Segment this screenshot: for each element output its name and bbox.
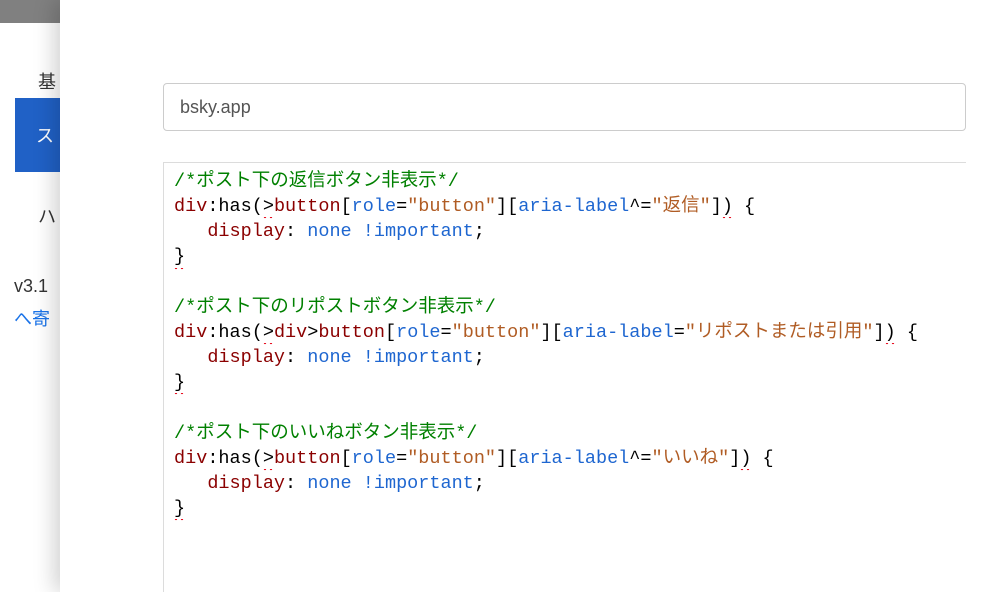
t: aria-label bbox=[518, 196, 629, 217]
t: :has( bbox=[207, 322, 263, 343]
t: = bbox=[396, 448, 407, 469]
t: :has( bbox=[207, 196, 263, 217]
t: "返信" bbox=[652, 196, 711, 217]
t: ] bbox=[711, 196, 722, 217]
t: button bbox=[274, 196, 341, 217]
t: : bbox=[285, 221, 307, 242]
t: role bbox=[352, 196, 396, 217]
t: ; bbox=[474, 221, 485, 242]
err: > bbox=[263, 446, 274, 471]
t: ^= bbox=[629, 196, 651, 217]
err: > bbox=[263, 320, 274, 345]
css-code-editor[interactable]: /*ポスト下の返信ボタン非表示*/ div:has(>button[role="… bbox=[163, 162, 966, 592]
t: = bbox=[674, 322, 685, 343]
t: aria-label bbox=[563, 322, 674, 343]
t: "button" bbox=[407, 196, 496, 217]
t: = bbox=[441, 322, 452, 343]
err: ) bbox=[722, 194, 733, 219]
t: "いいね" bbox=[652, 448, 730, 469]
t: : bbox=[285, 473, 307, 494]
page-heading: 基 bbox=[38, 68, 56, 94]
prop: display bbox=[207, 347, 285, 368]
t: ][ bbox=[496, 448, 518, 469]
t: div bbox=[174, 448, 207, 469]
version-label: v3.1 bbox=[14, 276, 48, 297]
t: role bbox=[352, 448, 396, 469]
val: none !important bbox=[307, 347, 474, 368]
t: role bbox=[396, 322, 440, 343]
code-comment: /*ポスト下のリポストボタン非表示*/ bbox=[174, 297, 496, 318]
t: ] bbox=[729, 448, 740, 469]
t: aria-label bbox=[518, 448, 629, 469]
t: :has( bbox=[207, 448, 263, 469]
t: { bbox=[751, 448, 773, 469]
err: ) bbox=[885, 320, 896, 345]
t: ; bbox=[474, 347, 485, 368]
t: = bbox=[396, 196, 407, 217]
t: div bbox=[174, 322, 207, 343]
prop: display bbox=[207, 473, 285, 494]
donate-link[interactable]: へ寄 bbox=[14, 305, 50, 331]
prop: display bbox=[207, 221, 285, 242]
err: } bbox=[174, 496, 185, 521]
t: > bbox=[307, 322, 318, 343]
t: "リポストまたは引用" bbox=[685, 322, 874, 343]
err: > bbox=[263, 194, 274, 219]
t: ^= bbox=[629, 448, 651, 469]
t: ; bbox=[474, 473, 485, 494]
t: "button" bbox=[452, 322, 541, 343]
t: { bbox=[733, 196, 755, 217]
domain-input[interactable] bbox=[163, 83, 966, 131]
t: [ bbox=[341, 448, 352, 469]
code-comment: /*ポスト下の返信ボタン非表示*/ bbox=[174, 171, 459, 192]
t: { bbox=[896, 322, 918, 343]
t: div bbox=[274, 322, 307, 343]
err: } bbox=[174, 370, 185, 395]
t: div bbox=[174, 196, 207, 217]
style-editor-modal: /*ポスト下の返信ボタン非表示*/ div:has(>button[role="… bbox=[60, 0, 1000, 592]
t: ][ bbox=[540, 322, 562, 343]
t: [ bbox=[385, 322, 396, 343]
t: [ bbox=[341, 196, 352, 217]
t: ][ bbox=[496, 196, 518, 217]
err: ) bbox=[740, 446, 751, 471]
t: ] bbox=[874, 322, 885, 343]
code-comment: /*ポスト下のいいねボタン非表示*/ bbox=[174, 423, 477, 444]
t: : bbox=[285, 347, 307, 368]
note-text: ハ bbox=[38, 203, 56, 229]
t: button bbox=[274, 448, 341, 469]
t: button bbox=[318, 322, 385, 343]
err: } bbox=[174, 244, 185, 269]
val: none !important bbox=[307, 473, 474, 494]
val: none !important bbox=[307, 221, 474, 242]
t: "button" bbox=[407, 448, 496, 469]
